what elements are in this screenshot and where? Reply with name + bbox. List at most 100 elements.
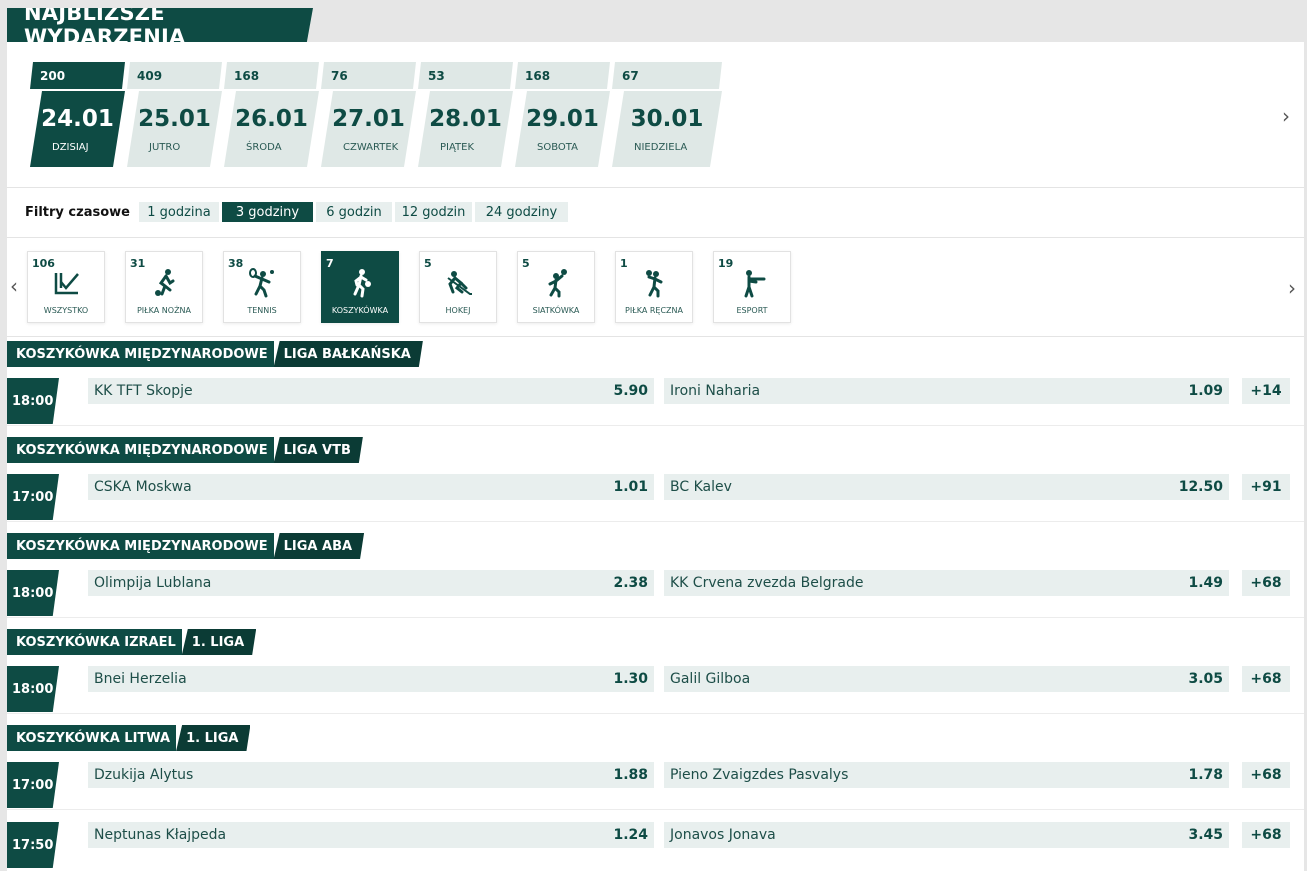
date-tab[interactable]: 53 28.01 PIĄTEK [418, 62, 513, 167]
more-markets-button[interactable]: +68 [1242, 666, 1290, 692]
home-odd-button[interactable]: CSKA Moskwa 1.01 [88, 474, 654, 500]
basketball-icon [353, 269, 371, 298]
away-team: KK Crvena zvezda Belgrade [670, 575, 864, 591]
date-tab-day: PIĄTEK [440, 142, 475, 153]
date-tab[interactable]: 168 29.01 SOBOTA [515, 62, 610, 167]
more-markets-button[interactable]: +14 [1242, 378, 1290, 404]
home-odd: 5.90 [613, 383, 648, 399]
league-sport: KOSZYKÓWKA LITWA [7, 725, 177, 751]
home-odd: 1.24 [613, 827, 648, 843]
event-time: 17:50 [7, 822, 59, 868]
volleyball-icon [548, 269, 567, 298]
league-header[interactable]: KOSZYKÓWKA MIĘDZYNARODOWE LIGA BAŁKAŃSKA [7, 341, 423, 367]
handball-icon [646, 270, 663, 298]
sport-tile-all[interactable]: 106 WSZYSTKO [27, 251, 105, 323]
date-tab-count: 409 [127, 62, 222, 89]
date-tab[interactable]: 200 24.01 DZISIAJ [30, 62, 125, 167]
event-time: 17:00 [7, 762, 59, 808]
chevron-right-icon[interactable]: › [1282, 104, 1290, 128]
away-odd-button[interactable]: KK Crvena zvezda Belgrade 1.49 [664, 570, 1229, 596]
sport-tile-volleyball[interactable]: 5 SIATKÓWKA [517, 251, 595, 323]
date-tab-day: JUTRO [149, 142, 181, 153]
event-time: 18:00 [7, 378, 59, 424]
more-markets-button[interactable]: +91 [1242, 474, 1290, 500]
time-filter-button[interactable]: 12 godzin [395, 202, 472, 222]
date-tab-day: SOBOTA [537, 142, 578, 153]
away-odd-button[interactable]: Galil Gilboa 3.05 [664, 666, 1229, 692]
league-sport: KOSZYKÓWKA MIĘDZYNARODOWE [7, 533, 274, 559]
home-team: KK TFT Skopje [94, 383, 193, 399]
event-row: 17:00 CSKA Moskwa 1.01 BC Kalev 12.50 +9… [7, 468, 1304, 520]
event-row: 18:00 Bnei Herzelia 1.30 Galil Gilboa 3.… [7, 660, 1304, 712]
sport-tile-handball[interactable]: 1 PIŁKA RĘCZNA [615, 251, 693, 323]
esport-icon [744, 270, 766, 298]
away-team: Pieno Zvaigzdes Pasvalys [670, 767, 849, 783]
away-team: Ironi Naharia [670, 383, 761, 399]
away-team: Jonavos Jonava [670, 827, 776, 843]
home-odd-button[interactable]: Neptunas Kłajpeda 1.24 [88, 822, 654, 848]
home-odd-button[interactable]: Olimpija Lublana 2.38 [88, 570, 654, 596]
home-odd: 1.01 [613, 479, 648, 495]
away-odd-button[interactable]: Jonavos Jonava 3.45 [664, 822, 1229, 848]
sport-tile-tennis[interactable]: 38 TENNIS [223, 251, 301, 323]
chevron-right-icon[interactable]: › [1288, 276, 1296, 300]
more-markets-button[interactable]: +68 [1242, 570, 1290, 596]
date-tab-count: 76 [321, 62, 416, 89]
time-filter-button[interactable]: 1 godzina [139, 202, 219, 222]
date-tab-date: 30.01 [630, 106, 704, 132]
date-tab[interactable]: 409 25.01 JUTRO [127, 62, 222, 167]
event-time: 17:00 [7, 474, 59, 520]
chevron-left-icon[interactable]: ‹ [10, 274, 18, 298]
date-tab-count: 53 [418, 62, 513, 89]
event-row: 17:00 Dzukija Alytus 1.88 Pieno Zvaigzde… [7, 756, 1304, 808]
more-markets-button[interactable]: +68 [1242, 822, 1290, 848]
home-team: Dzukija Alytus [94, 767, 194, 783]
sport-tile-football[interactable]: 31 PIŁKA NOŻNA [125, 251, 203, 323]
home-odd-button[interactable]: KK TFT Skopje 5.90 [88, 378, 654, 404]
date-tab-count: 200 [30, 62, 125, 89]
sport-tile-hockey[interactable]: 5 HOKEJ [419, 251, 497, 323]
away-odd-button[interactable]: BC Kalev 12.50 [664, 474, 1229, 500]
home-team: Olimpija Lublana [94, 575, 212, 591]
time-filter-button[interactable]: 6 godzin [316, 202, 392, 222]
date-tab[interactable]: 67 30.01 NIEDZIELA [612, 62, 722, 167]
date-tab-date: 26.01 [235, 106, 308, 132]
page: NAJBLIŻSZE WYDARZENIA 200 24.01 DZISIAJ … [0, 0, 1307, 871]
away-odd-button[interactable]: Ironi Naharia 1.09 [664, 378, 1229, 404]
away-odd: 3.45 [1188, 827, 1223, 843]
date-tab-count: 168 [224, 62, 319, 89]
date-tab-day: DZISIAJ [52, 142, 89, 153]
league-header[interactable]: KOSZYKÓWKA IZRAEL 1. LIGA [7, 629, 256, 655]
hockey-icon [447, 271, 472, 295]
away-odd: 12.50 [1178, 479, 1223, 495]
away-team: BC Kalev [670, 479, 732, 495]
league-header[interactable]: KOSZYKÓWKA LITWA 1. LIGA [7, 725, 250, 751]
time-filter-button[interactable]: 24 godziny [475, 202, 568, 222]
time-filters-label: Filtry czasowe [25, 205, 130, 220]
league-header[interactable]: KOSZYKÓWKA MIĘDZYNARODOWE LIGA VTB [7, 437, 363, 463]
home-odd-button[interactable]: Dzukija Alytus 1.88 [88, 762, 654, 788]
tennis-icon [249, 268, 274, 298]
away-odd: 1.78 [1188, 767, 1223, 783]
more-markets-button[interactable]: +68 [1242, 762, 1290, 788]
date-tab-count: 168 [515, 62, 610, 89]
time-filter-button-active[interactable]: 3 godziny [222, 202, 313, 222]
away-odd: 1.49 [1188, 575, 1223, 591]
home-odd-button[interactable]: Bnei Herzelia 1.30 [88, 666, 654, 692]
event-time: 18:00 [7, 666, 59, 712]
away-team: Galil Gilboa [670, 671, 751, 687]
date-tab-date: 29.01 [526, 106, 599, 132]
date-tab-date: 27.01 [332, 106, 405, 132]
away-odd-button[interactable]: Pieno Zvaigzdes Pasvalys 1.78 [664, 762, 1229, 788]
date-tab-count: 67 [612, 62, 722, 89]
date-tab[interactable]: 168 26.01 ŚRODA [224, 62, 319, 167]
league-name: LIGA BAŁKAŃSKA [274, 341, 423, 367]
league-sport: KOSZYKÓWKA MIĘDZYNARODOWE [7, 341, 274, 367]
date-tab[interactable]: 76 27.01 CZWARTEK [321, 62, 416, 167]
sport-tile-basketball[interactable]: 7 KOSZYKÓWKA [321, 251, 399, 323]
league-name: LIGA ABA [274, 533, 364, 559]
league-name: 1. LIGA [176, 725, 250, 751]
sport-tile-esport[interactable]: 19 ESPORT [713, 251, 791, 323]
league-header[interactable]: KOSZYKÓWKA MIĘDZYNARODOWE LIGA ABA [7, 533, 364, 559]
home-odd: 1.30 [613, 671, 648, 687]
